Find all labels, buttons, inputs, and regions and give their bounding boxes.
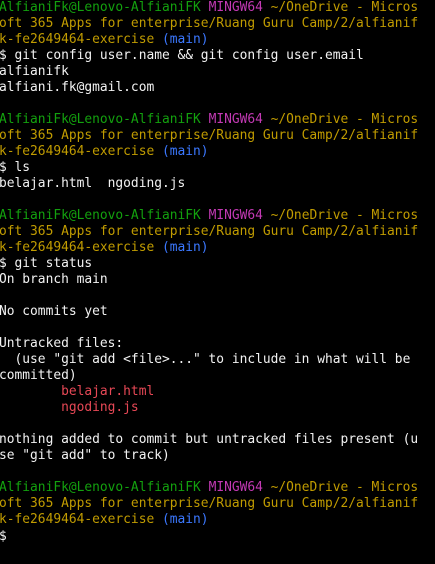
- prompt-user-host: AlfianiFk@Lenovo-AlfianiFK: [0, 0, 201, 15]
- untracked-file: belajar.html: [0, 384, 155, 399]
- prompt-path-tail: k-fe2649464-exercise: [0, 144, 155, 159]
- prompt-env: MINGW64: [208, 112, 263, 127]
- untracked-file: ngoding.js: [0, 400, 139, 415]
- output-line: alfiani.fk@gmail.com: [0, 80, 155, 95]
- status-no-commits: No commits yet: [0, 304, 108, 319]
- output-line: alfianifk: [0, 64, 69, 79]
- prompt-branch: (main): [161, 512, 209, 527]
- status-summary: se "git add" to track): [0, 448, 170, 463]
- terminal-window[interactable]: AlfianiFk@Lenovo-AlfianiFK MINGW64 ~/One…: [0, 0, 435, 564]
- prompt-path-continued: oft 365 Apps for enterprise/Ruang Guru C…: [0, 224, 419, 239]
- prompt-user-host: AlfianiFk@Lenovo-AlfianiFK: [0, 480, 201, 495]
- prompt-path-tail: k-fe2649464-exercise: [0, 32, 155, 47]
- command-line: $ git config user.name && git config use…: [0, 48, 364, 63]
- prompt-path-end: k-fe2649464-exercise (main): [0, 512, 435, 528]
- prompt-branch: (main): [161, 144, 209, 159]
- prompt-path-end: k-fe2649464-exercise (main): [0, 144, 435, 160]
- prompt-env: MINGW64: [208, 208, 263, 223]
- prompt-path-tail: k-fe2649464-exercise: [0, 512, 155, 527]
- prompt-path: ~/OneDrive - Micros: [262, 112, 419, 127]
- status-branch-line: On branch main: [0, 272, 108, 287]
- command-line: $ ls: [0, 160, 31, 175]
- prompt-path-continued: oft 365 Apps for enterprise/Ruang Guru C…: [0, 16, 419, 31]
- prompt-user-host: AlfianiFk@Lenovo-AlfianiFK: [0, 208, 201, 223]
- status-untracked-header: Untracked files:: [0, 336, 124, 351]
- command-prompt-symbol: $: [0, 529, 7, 544]
- prompt-line: AlfianiFk@Lenovo-AlfianiFK MINGW64 ~/One…: [0, 480, 435, 496]
- prompt-path-end: k-fe2649464-exercise (main): [0, 240, 435, 256]
- status-summary: nothing added to commit but untracked fi…: [0, 432, 419, 447]
- prompt-env: MINGW64: [208, 480, 263, 495]
- prompt-path-end: k-fe2649464-exercise (main): [0, 32, 435, 48]
- output-line: belajar.html ngoding.js: [0, 176, 186, 191]
- text-cursor: [7, 528, 15, 543]
- prompt-branch: (main): [161, 32, 209, 47]
- status-hint: committed): [0, 368, 77, 383]
- prompt-branch: (main): [161, 240, 209, 255]
- prompt-path-continued: oft 365 Apps for enterprise/Ruang Guru C…: [0, 496, 419, 511]
- prompt-user-host: AlfianiFk@Lenovo-AlfianiFK: [0, 112, 201, 127]
- status-hint: (use "git add <file>..." to include in w…: [0, 352, 411, 367]
- prompt-path: ~/OneDrive - Micros: [262, 208, 419, 223]
- command-line: $ git status: [0, 256, 93, 271]
- prompt-env: MINGW64: [208, 0, 263, 15]
- prompt-path: ~/OneDrive - Micros: [262, 0, 419, 15]
- input-line[interactable]: $: [0, 528, 435, 544]
- prompt-path-tail: k-fe2649464-exercise: [0, 240, 155, 255]
- prompt-line: AlfianiFk@Lenovo-AlfianiFK MINGW64 ~/One…: [0, 208, 435, 224]
- prompt-path: ~/OneDrive - Micros: [262, 480, 419, 495]
- prompt-path-continued: oft 365 Apps for enterprise/Ruang Guru C…: [0, 128, 419, 143]
- prompt-line: AlfianiFk@Lenovo-AlfianiFK MINGW64 ~/One…: [0, 112, 435, 128]
- prompt-line: AlfianiFk@Lenovo-AlfianiFK MINGW64 ~/One…: [0, 0, 435, 16]
